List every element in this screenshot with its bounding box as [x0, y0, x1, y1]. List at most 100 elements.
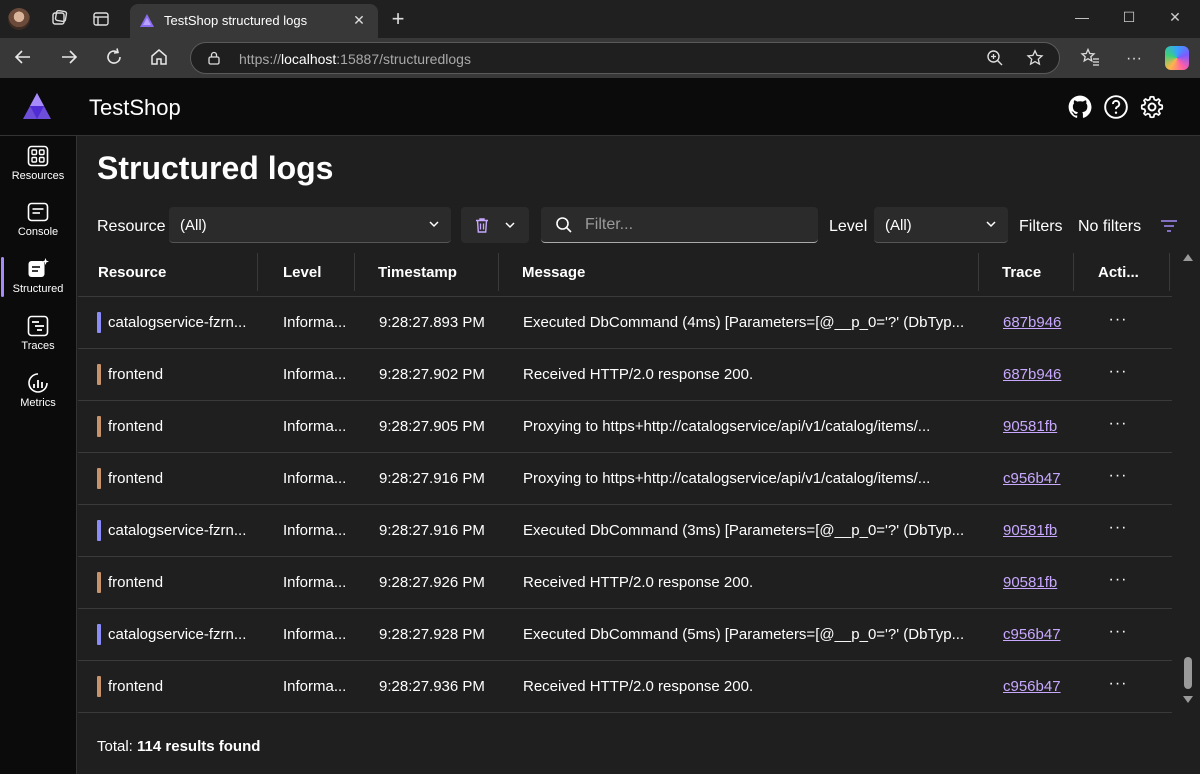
column-header-actions[interactable]: Acti... [1098, 264, 1139, 281]
row-actions-button[interactable]: ··· [1106, 623, 1130, 643]
table-row[interactable]: frontend Informa... 9:28:27.916 PM Proxying… [78, 453, 1172, 505]
chevron-down-icon [429, 221, 439, 228]
level-label: Level [829, 218, 868, 235]
trace-link[interactable]: 687b946 [1003, 314, 1061, 331]
cell-level: Informa... [283, 522, 347, 539]
column-header-level[interactable]: Level [283, 264, 321, 281]
level-select[interactable]: (All) [874, 207, 1008, 243]
table-row[interactable]: catalogservice-fzrn... Informa... 9:28:27.… [78, 505, 1172, 557]
browser-tab-active[interactable]: TestShop structured logs ✕ [130, 4, 378, 38]
table-row[interactable]: frontend Informa... 9:28:27.926 PM Received… [78, 557, 1172, 609]
nav-label: Traces [21, 340, 55, 352]
cell-resource: catalogservice-fzrn... [108, 314, 247, 331]
cell-timestamp: 9:28:27.893 PM [379, 314, 485, 331]
trace-link[interactable]: 687b946 [1003, 366, 1061, 383]
row-actions-button[interactable]: ··· [1106, 571, 1130, 591]
total-value: 114 results found [137, 738, 261, 755]
table-row[interactable]: catalogservice-fzrn... Informa... 9:28:27.… [78, 297, 1172, 349]
clear-logs-button[interactable] [461, 207, 529, 243]
trace-link[interactable]: c956b47 [1003, 626, 1061, 643]
filter-icon[interactable] [1159, 216, 1179, 236]
column-header-message[interactable]: Message [522, 264, 585, 281]
nav-label: Resources [11, 170, 65, 182]
cell-level: Informa... [283, 678, 347, 695]
favorites-icon[interactable] [1078, 47, 1102, 71]
table-row[interactable]: catalogservice-fzrn... Informa... 9:28:27.… [78, 609, 1172, 661]
new-tab-button[interactable]: + [388, 8, 408, 30]
back-arrow-icon[interactable] [11, 47, 35, 71]
row-actions-button[interactable]: ··· [1106, 363, 1130, 383]
resource-select[interactable]: (All) [169, 207, 451, 243]
filter-input[interactable] [585, 213, 805, 237]
column-resize-handle[interactable] [1073, 253, 1074, 291]
nav-item-structured[interactable]: Structured [1, 251, 74, 303]
more-menu-icon[interactable]: ··· [1122, 47, 1146, 71]
nav-item-console[interactable]: Console [2, 194, 74, 246]
resource-color-indicator [97, 364, 101, 385]
zoom-icon[interactable] [985, 49, 1005, 69]
filters-label: Filters [1019, 218, 1063, 235]
column-header-timestamp[interactable]: Timestamp [378, 264, 457, 281]
copilot-icon[interactable] [1165, 46, 1189, 70]
cell-resource: frontend [108, 574, 164, 591]
home-icon[interactable] [147, 47, 171, 71]
workspaces-icon[interactable] [48, 8, 70, 30]
trace-link[interactable]: c956b47 [1003, 470, 1061, 487]
app-title[interactable]: TestShop [89, 95, 181, 121]
grid-scrollbar[interactable] [1183, 254, 1195, 704]
trace-link[interactable]: c956b47 [1003, 678, 1061, 695]
resource-label: Resource [97, 218, 166, 235]
cell-message: Proxying to https+http://catalogservice/… [523, 418, 931, 435]
row-actions-button[interactable]: ··· [1106, 415, 1130, 435]
cell-level: Informa... [283, 626, 347, 643]
table-row[interactable]: frontend Informa... 9:28:27.902 PM Received… [78, 349, 1172, 401]
column-resize-handle[interactable] [257, 253, 258, 291]
column-resize-handle[interactable] [1169, 253, 1170, 291]
table-row[interactable]: frontend Informa... 9:28:27.905 PM Proxying… [78, 401, 1172, 453]
tab-title: TestShop structured logs [164, 13, 308, 28]
column-resize-handle[interactable] [978, 253, 979, 291]
trace-link[interactable]: 90581fb [1003, 418, 1057, 435]
forward-arrow-icon[interactable] [57, 47, 81, 71]
column-resize-handle[interactable] [498, 253, 499, 291]
profile-avatar[interactable] [8, 8, 30, 30]
page-title: Structured logs [97, 150, 334, 186]
favorite-star-icon[interactable] [1025, 49, 1045, 69]
row-actions-button[interactable]: ··· [1106, 519, 1130, 539]
nav-item-traces[interactable]: Traces [2, 308, 74, 360]
settings-gear-icon[interactable] [1139, 94, 1165, 120]
metrics-icon [28, 373, 48, 393]
cell-message: Proxying to https+http://catalogservice/… [523, 470, 931, 487]
browser-tab-bar: TestShop structured logs ✕ + — ☐ ✕ [0, 0, 1200, 38]
scrollbar-thumb[interactable] [1184, 657, 1192, 689]
nav-item-resources[interactable]: Resources [2, 138, 74, 190]
help-icon[interactable] [1103, 94, 1129, 120]
github-icon[interactable] [1067, 94, 1093, 120]
row-actions-button[interactable]: ··· [1106, 311, 1130, 331]
refresh-icon[interactable] [102, 47, 126, 71]
column-header-trace[interactable]: Trace [1002, 264, 1041, 281]
table-row[interactable]: frontend Informa... 9:28:27.936 PM Received… [78, 661, 1172, 713]
maximize-button[interactable]: ☐ [1117, 8, 1141, 26]
nav-item-metrics[interactable]: Metrics [2, 365, 74, 417]
resource-select-value: (All) [180, 217, 207, 234]
cell-message: Executed DbCommand (3ms) [Parameters=[@_… [523, 522, 965, 539]
row-actions-button[interactable]: ··· [1106, 675, 1130, 695]
address-bar[interactable]: https://localhost:15887/structuredlogs [190, 42, 1060, 74]
app-header: TestShop [0, 78, 1200, 136]
minimize-button[interactable]: — [1070, 8, 1094, 26]
trace-link[interactable]: 90581fb [1003, 574, 1057, 591]
resource-color-indicator [97, 416, 101, 437]
filter-field[interactable] [541, 207, 818, 243]
tab-close-button[interactable]: ✕ [349, 10, 369, 30]
aspire-logo-icon[interactable] [22, 92, 52, 120]
vertical-tabs-icon[interactable] [90, 8, 112, 30]
column-resize-handle[interactable] [354, 253, 355, 291]
scroll-up-arrow-icon[interactable] [1183, 254, 1193, 261]
scroll-down-arrow-icon[interactable] [1183, 696, 1193, 703]
trace-link[interactable]: 90581fb [1003, 522, 1057, 539]
lock-icon[interactable] [207, 51, 221, 65]
window-close-button[interactable]: ✕ [1163, 8, 1187, 26]
column-header-resource[interactable]: Resource [98, 264, 166, 281]
row-actions-button[interactable]: ··· [1106, 467, 1130, 487]
